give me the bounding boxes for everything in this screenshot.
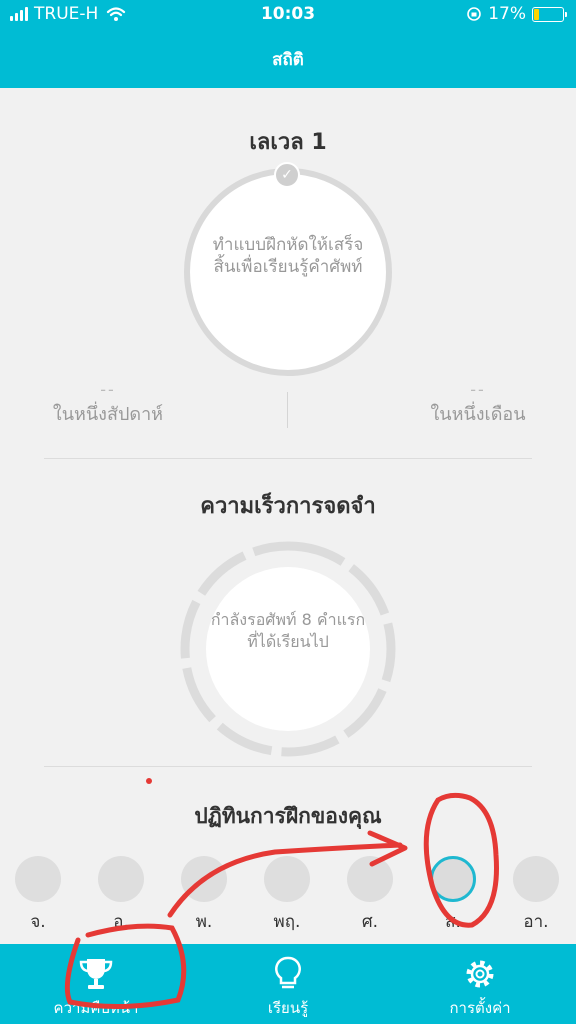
- day-dot-tue[interactable]: [98, 856, 144, 902]
- tab-progress[interactable]: ความคืบหน้า: [0, 944, 192, 1024]
- weekly-value: --: [100, 380, 116, 399]
- nav-bar: สถิติ: [0, 30, 576, 88]
- day-dot-thu[interactable]: [264, 856, 310, 902]
- monthly-stat: -- ในหนึ่งเดือน: [378, 380, 576, 428]
- day-label-thu: พฤ.: [273, 912, 301, 932]
- tab-progress-label: ความคืบหน้า: [53, 999, 139, 1017]
- level-message: ทำแบบฝึกหัดให้เสร็จสิ้นเพื่อเรียนรู้คำศั…: [212, 235, 364, 277]
- check-icon: ✓: [274, 162, 300, 188]
- status-bar: TRUE-H 10:03 17%: [0, 0, 576, 30]
- page-title: สถิติ: [272, 50, 304, 70]
- orientation-lock-icon: [467, 7, 482, 21]
- section-divider: [44, 458, 532, 459]
- day-dot-sat-today[interactable]: [430, 856, 476, 902]
- tab-bar: ความคืบหน้า เรียนรู้ การตั้งค่า: [0, 944, 576, 1024]
- monthly-value: --: [470, 380, 486, 399]
- day-dot-fri[interactable]: [347, 856, 393, 902]
- calendar-title: ปฏิทินการฝึกของคุณ: [194, 804, 382, 828]
- tab-learn[interactable]: เรียนรู้: [192, 944, 384, 1024]
- section-divider: [44, 766, 532, 767]
- battery-icon: [532, 6, 567, 22]
- weekly-stat: -- ในหนึ่งสัปดาห์: [8, 380, 208, 428]
- level-title: เลเวล 1: [249, 130, 327, 155]
- memory-speed-title: ความเร็วการจดจำ: [200, 494, 376, 519]
- day-label-wed: พ.: [195, 912, 213, 932]
- monthly-label: ในหนึ่งเดือน: [430, 404, 526, 425]
- day-label-sun: อา.: [523, 912, 549, 932]
- status-right: 17%: [466, 4, 567, 24]
- trophy-icon: [79, 959, 113, 989]
- gear-icon: [466, 960, 494, 988]
- battery-percent: 17%: [488, 4, 526, 24]
- tab-learn-label: เรียนรู้: [267, 999, 309, 1017]
- annotation-dot: [146, 778, 152, 784]
- day-label-tue: อ.: [113, 912, 129, 932]
- day-dot-mon[interactable]: [15, 856, 61, 902]
- stat-divider: [287, 392, 288, 428]
- day-dot-sun[interactable]: [513, 856, 559, 902]
- memory-speed-message: กำลังรอศัพท์ 8 คำแรกที่ได้เรียนไป: [210, 610, 366, 651]
- lightbulb-icon: [275, 956, 301, 989]
- tab-settings-label: การตั้งค่า: [449, 999, 511, 1017]
- day-label-sat: ส.: [445, 912, 461, 932]
- stats-content[interactable]: เลเวล 1 ✓ ทำแบบฝึกหัดให้เสร็จสิ้นเพื่อเร…: [0, 92, 576, 944]
- day-label-mon: จ.: [30, 912, 46, 932]
- tab-settings[interactable]: การตั้งค่า: [384, 944, 576, 1024]
- day-dot-wed[interactable]: [181, 856, 227, 902]
- day-label-fri: ศ.: [361, 912, 379, 932]
- weekly-label: ในหนึ่งสัปดาห์: [52, 404, 164, 425]
